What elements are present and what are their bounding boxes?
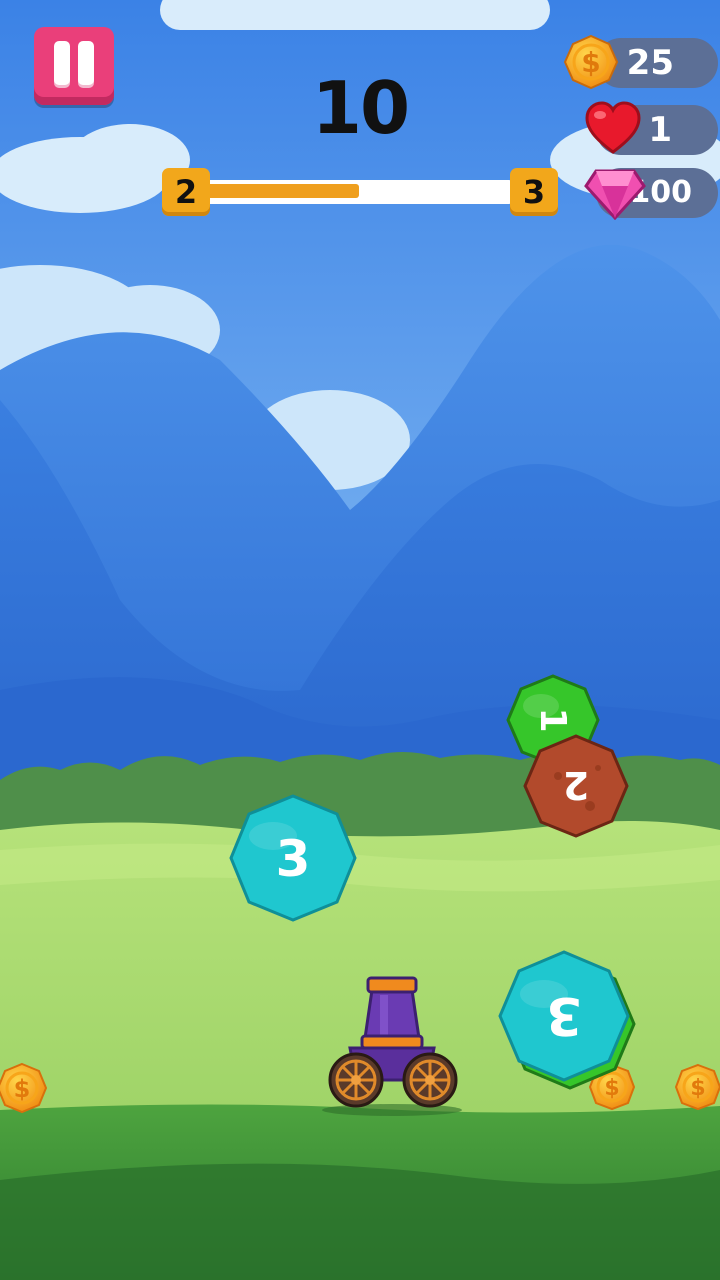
number-ball: 3 <box>229 794 357 922</box>
level-progress-fill <box>206 184 359 198</box>
ground-coin: $ <box>674 1063 720 1111</box>
next-level-badge: 3 <box>510 168 558 216</box>
cannon-mid-ring <box>360 1034 424 1050</box>
cannon-wheel-right <box>402 1052 458 1108</box>
cannon-wheel-left <box>328 1052 384 1108</box>
coin-count: 25 <box>626 43 674 83</box>
gem-icon <box>584 169 646 220</box>
pause-button[interactable] <box>34 27 114 105</box>
number-ball: 2 <box>523 734 629 838</box>
current-level-badge: 2 <box>162 168 210 216</box>
heart-icon <box>585 101 641 154</box>
pause-icon-bar <box>78 41 94 85</box>
svg-text:1: 1 <box>532 707 573 732</box>
svg-text:3: 3 <box>276 830 311 888</box>
svg-text:$: $ <box>581 46 600 79</box>
ground-coin: $ <box>0 1062 48 1114</box>
svg-text:$: $ <box>14 1075 31 1103</box>
svg-text:2: 2 <box>563 763 589 807</box>
level-progress-bar <box>206 180 512 204</box>
cannon-barrel-highlight <box>380 995 388 1040</box>
cannon-shadow <box>322 1104 462 1116</box>
svg-text:$: $ <box>604 1076 619 1101</box>
top-cloud-band <box>160 0 550 30</box>
score-display: 10 <box>311 66 410 150</box>
svg-text:3: 3 <box>546 985 582 1045</box>
cannon-muzzle-ring <box>366 976 418 994</box>
pause-icon-bar <box>54 41 70 85</box>
coin-icon: $ <box>563 34 619 90</box>
svg-text:$: $ <box>690 1076 705 1101</box>
